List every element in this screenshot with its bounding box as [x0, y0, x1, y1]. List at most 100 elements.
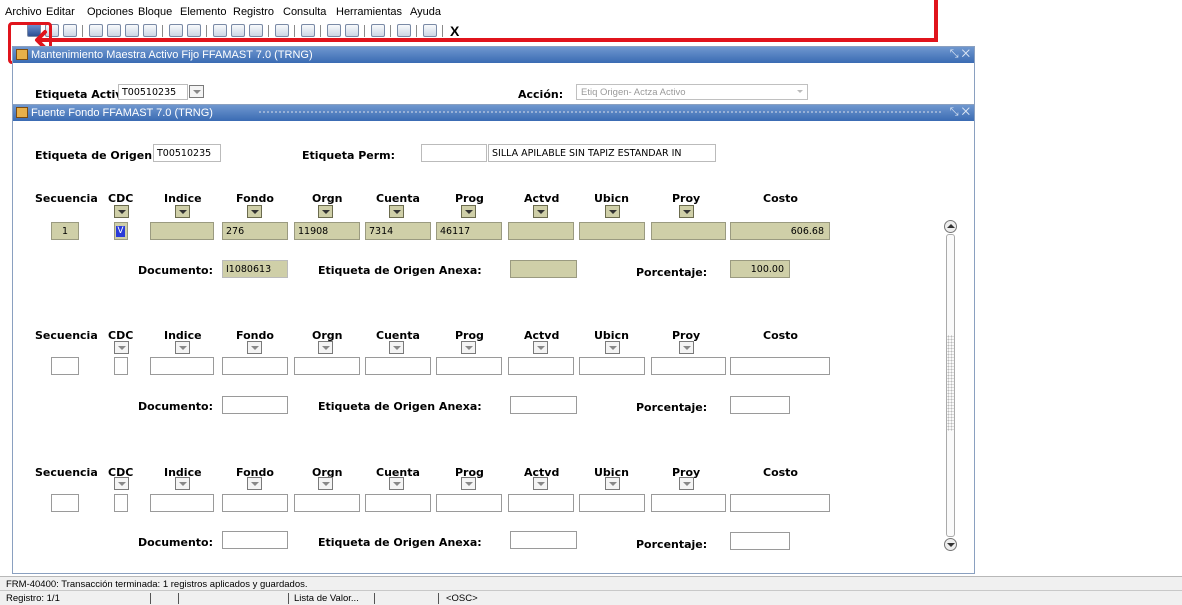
menu-herramientas[interactable]: Herramientas — [336, 6, 402, 18]
anexa-field[interactable] — [510, 260, 577, 278]
secuencia-field[interactable]: 1 — [51, 222, 79, 240]
scroll-down-icon[interactable] — [944, 538, 957, 551]
ubicn-field[interactable] — [579, 494, 645, 512]
cdc-field[interactable] — [114, 357, 128, 375]
cuenta-field[interactable] — [365, 357, 431, 375]
menu-consulta[interactable]: Consulta — [283, 6, 326, 18]
secuencia-field[interactable] — [51, 494, 79, 512]
export-icon[interactable] — [301, 24, 315, 37]
cdc-dropdown-icon[interactable] — [114, 341, 129, 354]
fondo-dropdown-icon[interactable] — [247, 205, 262, 218]
ubicn-dropdown-icon[interactable] — [605, 477, 620, 490]
execute-query-icon[interactable] — [187, 24, 201, 37]
window-controls-icon[interactable]: ⤡ ✕ — [950, 106, 970, 119]
proy-field[interactable] — [651, 357, 726, 375]
porcentaje-field[interactable] — [730, 532, 790, 550]
window-controls-icon[interactable]: ⤡ ✕ — [950, 48, 970, 61]
records-scrollbar[interactable] — [942, 218, 959, 553]
proy-dropdown-icon[interactable] — [679, 477, 694, 490]
costo-field[interactable] — [730, 357, 830, 375]
close-form-button[interactable]: X — [450, 23, 459, 39]
print-icon[interactable] — [63, 24, 77, 37]
prog-field[interactable] — [436, 357, 502, 375]
documento-field[interactable] — [222, 396, 288, 414]
porcentaje-field[interactable] — [730, 396, 790, 414]
documento-field[interactable]: I1080613 — [222, 260, 288, 278]
ubicn-field[interactable] — [579, 357, 645, 375]
etiqueta-activo-field[interactable]: T00510235 — [118, 84, 188, 100]
ubicn-dropdown-icon[interactable] — [605, 341, 620, 354]
documento-field[interactable] — [222, 531, 288, 549]
orgn-field[interactable] — [294, 494, 360, 512]
cdc-field[interactable] — [114, 494, 128, 512]
description-field[interactable]: SILLA APILABLE SIN TAPIZ ESTANDAR IN — [488, 144, 716, 162]
orgn-dropdown-icon[interactable] — [318, 205, 333, 218]
lock-record-icon[interactable] — [345, 24, 359, 37]
secuencia-field[interactable] — [51, 357, 79, 375]
menu-bloque[interactable]: Bloque — [138, 6, 172, 18]
fondo-dropdown-icon[interactable] — [247, 341, 262, 354]
actvd-field[interactable] — [508, 357, 574, 375]
clear-record-icon[interactable] — [249, 24, 263, 37]
cuenta-field[interactable]: 7314 — [365, 222, 431, 240]
proy-dropdown-icon[interactable] — [679, 341, 694, 354]
previous-block-icon[interactable] — [89, 24, 103, 37]
menu-ayuda[interactable]: Ayuda — [410, 6, 441, 18]
next-record-icon[interactable] — [143, 24, 157, 37]
menu-registro[interactable]: Registro — [233, 6, 274, 18]
cdc-field[interactable]: V — [114, 222, 128, 240]
orgn-dropdown-icon[interactable] — [318, 341, 333, 354]
proy-dropdown-icon[interactable] — [679, 205, 694, 218]
help-icon[interactable] — [423, 24, 437, 37]
cuenta-dropdown-icon[interactable] — [389, 341, 404, 354]
menu-elemento[interactable]: Elemento — [180, 6, 226, 18]
indice-field[interactable] — [150, 494, 214, 512]
costo-field[interactable] — [730, 494, 830, 512]
fondo-field[interactable] — [222, 357, 288, 375]
indice-dropdown-icon[interactable] — [175, 477, 190, 490]
prog-field[interactable]: 46117 — [436, 222, 502, 240]
prog-field[interactable] — [436, 494, 502, 512]
actvd-field[interactable] — [508, 222, 574, 240]
indice-field[interactable] — [150, 222, 214, 240]
menu-opciones[interactable]: Opciones — [87, 6, 133, 18]
delete-record-icon[interactable] — [231, 24, 245, 37]
actvd-dropdown-icon[interactable] — [533, 477, 548, 490]
etiqueta-perm-field[interactable] — [421, 144, 487, 162]
fondo-dropdown-icon[interactable] — [247, 477, 262, 490]
etiqueta-origen-field[interactable]: T00510235 — [153, 144, 221, 162]
porcentaje-field[interactable]: 100.00 — [730, 260, 790, 278]
scroll-thumb[interactable] — [947, 335, 954, 431]
scroll-track[interactable] — [946, 234, 955, 537]
ubicn-dropdown-icon[interactable] — [605, 205, 620, 218]
list-values-icon[interactable] — [327, 24, 341, 37]
fondo-field[interactable] — [222, 494, 288, 512]
cuenta-dropdown-icon[interactable] — [389, 205, 404, 218]
anexa-field[interactable] — [510, 531, 577, 549]
proy-field[interactable] — [651, 222, 726, 240]
costo-field[interactable]: 606.68 — [730, 222, 830, 240]
proy-field[interactable] — [651, 494, 726, 512]
previous-record-icon[interactable] — [125, 24, 139, 37]
fondo-field[interactable]: 276 — [222, 222, 288, 240]
cuenta-field[interactable] — [365, 494, 431, 512]
menu-archivo[interactable]: Archivo — [5, 6, 42, 18]
scroll-up-icon[interactable] — [944, 220, 957, 233]
cdc-dropdown-icon[interactable] — [114, 477, 129, 490]
cuenta-dropdown-icon[interactable] — [389, 477, 404, 490]
indice-field[interactable] — [150, 357, 214, 375]
prog-dropdown-icon[interactable] — [461, 477, 476, 490]
actvd-dropdown-icon[interactable] — [533, 341, 548, 354]
prog-dropdown-icon[interactable] — [461, 341, 476, 354]
attachment-icon[interactable] — [275, 24, 289, 37]
prog-dropdown-icon[interactable] — [461, 205, 476, 218]
enter-query-icon[interactable] — [169, 24, 183, 37]
back-icon[interactable] — [371, 24, 385, 37]
actvd-field[interactable] — [508, 494, 574, 512]
menu-editar[interactable]: Editar — [46, 6, 75, 18]
next-block-icon[interactable] — [107, 24, 121, 37]
accion-select[interactable]: Etiq Origen- Actza Activo — [576, 84, 808, 100]
orgn-field[interactable] — [294, 357, 360, 375]
anexa-field[interactable] — [510, 396, 577, 414]
actvd-dropdown-icon[interactable] — [533, 205, 548, 218]
